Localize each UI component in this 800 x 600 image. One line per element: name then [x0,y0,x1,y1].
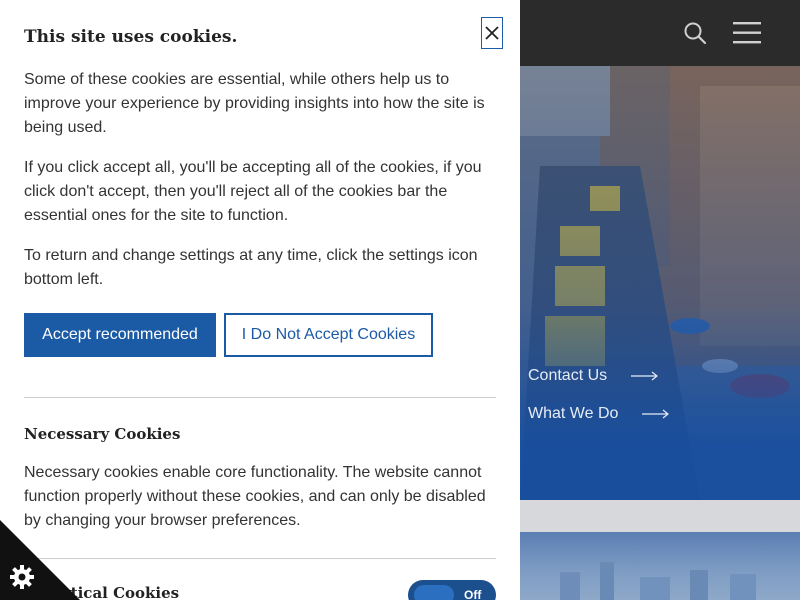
hamburger-menu-icon[interactable] [732,20,762,46]
contact-us-link[interactable]: Contact Us [528,366,670,386]
what-we-do-link[interactable]: What We Do [528,404,670,424]
divider [24,397,496,398]
toggle-state-label: Off [464,588,482,600]
toggle-knob [414,585,454,600]
cookie-settings-button[interactable] [0,520,80,600]
cookie-accept-explanation: If you click accept all, you'll be accep… [24,159,482,224]
arrow-right-icon [642,409,670,419]
necessary-cookies-title: Necessary Cookies [24,425,181,443]
arrow-right-icon [631,371,659,381]
decline-cookies-button[interactable]: I Do Not Accept Cookies [224,313,433,357]
contact-us-label: Contact Us [528,367,608,384]
hero-links: Contact Us What We Do [528,366,670,442]
gear-icon [10,565,34,589]
cookie-consent-panel: This site uses cookies. Some of these co… [0,0,520,600]
cookie-intro-text: Some of these cookies are essential, whi… [24,71,485,136]
accept-recommended-button[interactable]: Accept recommended [24,313,216,357]
cookie-panel-title: This site uses cookies. [24,27,238,47]
divider [24,558,496,559]
cookie-settings-explanation: To return and change settings at any tim… [24,247,478,288]
close-icon [485,26,499,40]
close-button[interactable] [481,17,503,49]
what-we-do-label: What We Do [528,405,619,422]
necessary-cookies-description: Necessary cookies enable core functional… [24,464,486,529]
search-icon[interactable] [682,20,708,46]
analytical-cookies-toggle[interactable]: Off [408,580,496,600]
